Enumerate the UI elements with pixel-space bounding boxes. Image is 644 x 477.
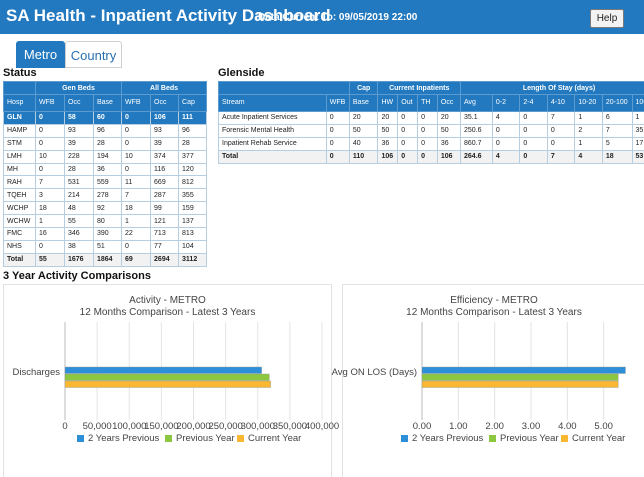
activity-x-tick-label: 150,000 — [144, 421, 178, 432]
efficiency-x-tick-label: 3.00 — [522, 421, 541, 432]
efficiency-category-label: Avg ON LOS (Days) — [332, 367, 417, 378]
activity-x-tick-label: 100,000 — [112, 421, 146, 432]
activity-legend-label: Current Year — [248, 433, 302, 444]
activity-category-label: Discharges — [12, 367, 60, 378]
efficiency-legend-label: Current Year — [572, 433, 626, 444]
activity-legend-item[interactable]: Previous Year — [165, 433, 235, 444]
activity-legend-swatch — [237, 434, 244, 442]
efficiency-legend-swatch — [401, 434, 408, 442]
efficiency-x-tick-label: 2.00 — [485, 421, 504, 432]
efficiency-x-tick-label: 4.00 — [558, 421, 577, 432]
efficiency-x-tick-label: 0.00 — [413, 421, 432, 432]
efficiency-x-tick-label: 1.00 — [449, 421, 468, 432]
activity-bar-previous-year[interactable] — [64, 373, 270, 381]
activity-x-tick-label: 250,000 — [208, 421, 242, 432]
efficiency-legend-swatch — [561, 434, 568, 442]
activity-legend-swatch — [77, 434, 84, 442]
activity-x-tick-label: 350,000 — [273, 421, 307, 432]
activity-legend-label: Previous Year — [176, 433, 235, 444]
activity-x-tick-label: 50,000 — [83, 421, 112, 432]
activity-legend-label: 2 Years Previous — [88, 433, 160, 444]
efficiency-legend-item[interactable]: Previous Year — [489, 433, 559, 444]
activity-x-tick-label: 400,000 — [305, 421, 339, 432]
activity-bar-2-years-previous[interactable] — [64, 366, 262, 374]
activity-legend-item[interactable]: Current Year — [237, 433, 301, 444]
efficiency-legend-label: 2 Years Previous — [412, 433, 484, 444]
efficiency-legend-item[interactable]: Current Year — [561, 433, 625, 444]
efficiency-legend-swatch — [489, 434, 496, 442]
efficiency-bar-previous-year[interactable] — [421, 373, 619, 381]
efficiency-legend-item[interactable]: 2 Years Previous — [401, 433, 483, 444]
activity-x-tick-label: 200,000 — [176, 421, 210, 432]
efficiency-x-tick-label: 5.00 — [594, 421, 613, 432]
activity-legend-item[interactable]: 2 Years Previous — [77, 433, 159, 444]
activity-legend-swatch — [165, 434, 172, 442]
efficiency-bar-current-year[interactable] — [421, 380, 619, 388]
charts-canvas: 0 50,000 100,000150,000200,000250,000300,0… — [12, 322, 626, 432]
activity-bar-current-year[interactable] — [64, 380, 271, 388]
efficiency-legend-label: Previous Year — [500, 433, 559, 444]
activity-x-tick-label: 300,000 — [241, 421, 275, 432]
efficiency-bar-2-years-previous[interactable] — [421, 366, 626, 374]
activity-x-tick-label: 0 — [62, 421, 67, 432]
